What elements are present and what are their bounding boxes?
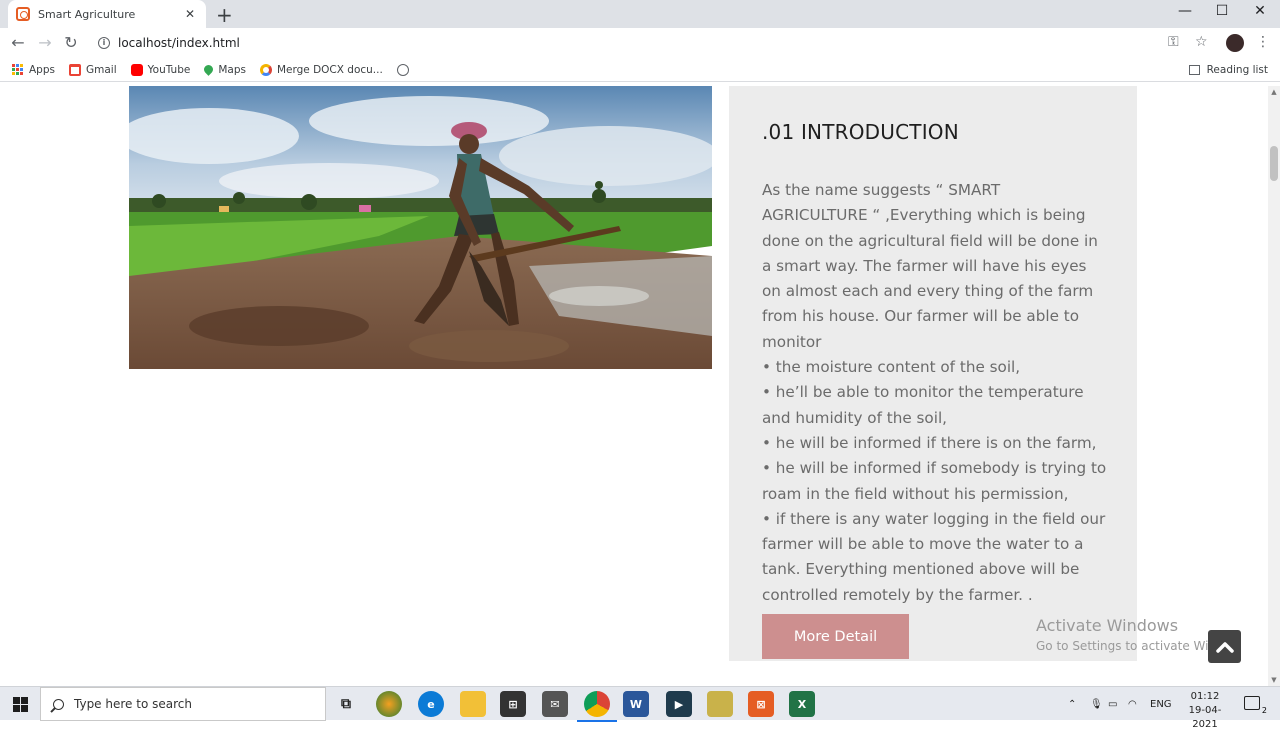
notification-count: 2	[1261, 706, 1267, 715]
app-launcher-icon[interactable]: ▶	[666, 691, 692, 717]
bullet-item: • he will be informed if there is on the…	[762, 433, 1097, 452]
bullet-item: • he will be informed if somebody is try…	[762, 459, 1107, 503]
watermark-subtitle: Go to Settings to activate Windo	[1036, 639, 1232, 653]
activate-windows-watermark: Activate Windows Go to Settings to activ…	[1036, 616, 1231, 653]
bookmark-gmail[interactable]: Gmail	[68, 63, 117, 76]
site-info-icon[interactable]: i	[98, 37, 110, 49]
store-icon[interactable]: ⊞	[500, 691, 526, 717]
reload-icon[interactable]: ↻	[61, 33, 81, 52]
chevron-up-icon	[1215, 641, 1234, 653]
bookmark-label: Gmail	[85, 63, 117, 76]
reading-list-icon	[1188, 65, 1200, 75]
edge-browser-icon[interactable]: e	[418, 691, 444, 717]
language-indicator[interactable]: ENG	[1150, 687, 1172, 721]
bullet-item: • if there is any water logging in the f…	[762, 509, 1106, 604]
windows-taskbar: Type here to search ⧉ e ⊞ ✉ W ▶ ⊠ X ⌃ 🎙 …	[0, 686, 1280, 730]
excel-icon[interactable]: X	[789, 691, 815, 717]
windows-logo-icon	[12, 696, 28, 712]
clock-time: 01:12	[1190, 691, 1220, 702]
bookmark-globe[interactable]	[396, 63, 414, 76]
site-favicon-icon	[16, 7, 30, 21]
notification-center-icon[interactable]: 2	[1244, 696, 1267, 715]
page-scrollbar[interactable]: ▲ ▼	[1268, 86, 1280, 686]
bookmark-label: Apps	[29, 63, 55, 76]
youtube-icon	[130, 63, 143, 76]
taskbar-clock[interactable]: 01:12 19-04-2021	[1176, 690, 1234, 732]
new-tab-button[interactable]: +	[216, 3, 233, 27]
bullet-item: • the moisture content of the soil,	[762, 358, 1021, 377]
tab-title: Smart Agriculture	[38, 7, 136, 21]
scrollbar-thumb[interactable]	[1270, 146, 1278, 181]
watermark-title: Activate Windows	[1036, 616, 1179, 635]
file-manager-icon[interactable]	[707, 691, 733, 717]
bookmark-maps[interactable]: Maps	[202, 63, 246, 76]
tray-expand-icon[interactable]: ⌃	[1068, 687, 1076, 721]
gmail-icon	[68, 63, 81, 76]
bookmarks-bar: Apps Gmail YouTube Maps Merge DOCX docu.…	[0, 58, 1280, 82]
mango-app-icon[interactable]	[376, 691, 402, 717]
forward-arrow-icon[interactable]: →	[35, 33, 55, 52]
reading-list-label: Reading list	[1206, 64, 1268, 76]
scroll-down-arrow-icon[interactable]: ▼	[1268, 676, 1280, 684]
start-button[interactable]	[0, 687, 40, 721]
tab-close-icon[interactable]: ✕	[182, 7, 198, 21]
clock-date: 19-04-2021	[1188, 705, 1222, 730]
apps-grid-icon	[12, 64, 23, 75]
browser-toolbar: ← → ↻ i localhost/index.html ⚿ ☆ ⋮	[0, 28, 1280, 58]
bookmark-apps[interactable]: Apps	[12, 64, 55, 76]
bookmark-label: Maps	[218, 63, 246, 76]
introduction-text: As the name suggests “ SMART AGRICULTURE…	[762, 178, 1108, 608]
introduction-panel: .01 INTRODUCTION As the name suggests “ …	[729, 86, 1137, 661]
maximize-button[interactable]: ☐	[1207, 3, 1237, 19]
merge-docx-icon	[259, 63, 272, 76]
back-arrow-icon[interactable]: ←	[8, 33, 28, 52]
search-icon	[53, 698, 64, 710]
scroll-up-arrow-icon[interactable]: ▲	[1268, 88, 1280, 96]
word-icon[interactable]: W	[623, 691, 649, 717]
farmer-field-image	[129, 86, 712, 369]
chrome-icon[interactable]	[577, 691, 617, 722]
microphone-icon[interactable]: 🎙	[1090, 687, 1103, 721]
browser-menu-icon[interactable]: ⋮	[1256, 34, 1270, 50]
minimize-button[interactable]: —	[1170, 3, 1200, 19]
page-viewport: .01 INTRODUCTION As the name suggests “ …	[0, 86, 1268, 686]
more-detail-button[interactable]: More Detail	[762, 614, 909, 659]
file-explorer-icon[interactable]	[460, 691, 486, 717]
task-view-icon[interactable]: ⧉	[333, 691, 359, 717]
wifi-icon[interactable]: ◠	[1128, 687, 1137, 721]
address-url[interactable]: localhost/index.html	[118, 36, 240, 50]
password-key-icon[interactable]: ⚿	[1168, 34, 1179, 50]
browser-tab-strip: Smart Agriculture ✕ + — ☐ ✕	[0, 0, 1280, 28]
search-placeholder: Type here to search	[74, 697, 192, 711]
section-title: .01 INTRODUCTION	[762, 120, 959, 144]
maps-pin-icon	[202, 63, 216, 76]
address-bar[interactable]: i localhost/index.html	[90, 30, 1160, 56]
mail-icon[interactable]: ✉	[542, 691, 568, 717]
xampp-icon[interactable]: ⊠	[748, 691, 774, 717]
scroll-to-top-button[interactable]	[1208, 630, 1241, 663]
profile-avatar[interactable]	[1226, 34, 1244, 52]
globe-icon	[396, 63, 409, 76]
browser-tab[interactable]: Smart Agriculture ✕	[8, 0, 206, 28]
battery-icon[interactable]: ▭	[1108, 687, 1117, 721]
taskbar-search-box[interactable]: Type here to search	[40, 687, 326, 721]
bullet-item: • he’ll be able to monitor the temperatu…	[762, 383, 1084, 427]
bookmark-label: Merge DOCX docu...	[276, 63, 383, 76]
bookmark-star-icon[interactable]: ☆	[1195, 34, 1208, 50]
bookmark-merge-docx[interactable]: Merge DOCX docu...	[259, 63, 383, 76]
close-window-button[interactable]: ✕	[1245, 3, 1275, 19]
intro-paragraph: As the name suggests “ SMART AGRICULTURE…	[762, 181, 1098, 351]
bookmark-youtube[interactable]: YouTube	[130, 63, 191, 76]
bookmark-label: YouTube	[147, 63, 191, 76]
reading-list-button[interactable]: Reading list	[1188, 58, 1268, 82]
